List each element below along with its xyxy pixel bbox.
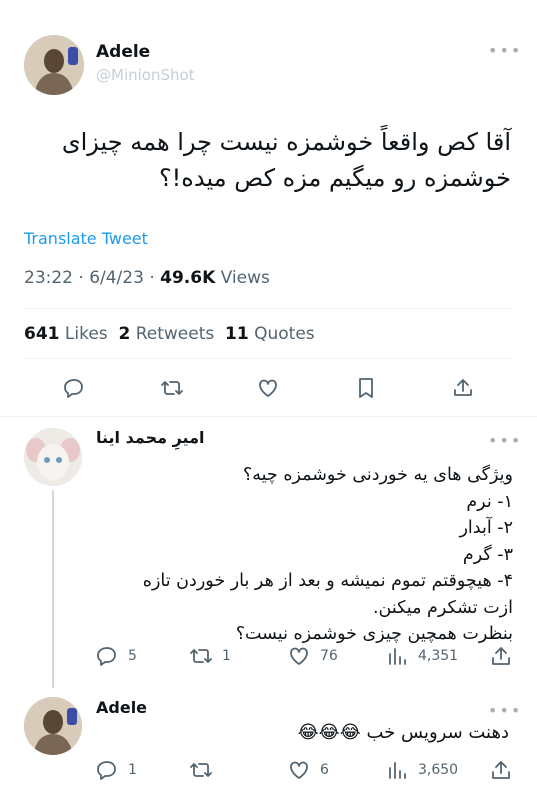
avatar-image [24,428,82,486]
bookmark-icon[interactable] [354,376,378,404]
reply-text-line: ویژگی های یه خوردنی خوشمزه چیه؟ [242,465,513,485]
divider [24,358,513,359]
retweet-button[interactable] [190,759,222,781]
reply-icon [97,647,116,666]
more-options-icon[interactable]: ••• [488,433,522,449]
reply-button[interactable]: 5 [96,645,137,667]
more-options-icon[interactable]: ••• [488,43,522,59]
avatar[interactable] [24,697,82,755]
quotes-stat[interactable]: 11 Quotes [225,324,315,344]
avatar-image [24,697,82,755]
reply-text-line: ۳- گرم [462,544,513,565]
views-button[interactable]: 3,650 [386,759,458,781]
share-icon[interactable] [451,376,475,404]
reply-text: 😂😂😂 دهنت سرویس خب [298,722,509,743]
views-count: 4,351 [418,648,459,664]
reply-text: ویژگی های یه خوردنی خوشمزه چیه؟ ۱- نرم ۲… [93,462,513,648]
reply-text-line: بنظرت همچین چیزی خوشمزه نیست؟ [235,624,513,644]
share-icon[interactable] [490,645,512,671]
retweet-button[interactable]: 1 [190,645,231,667]
views-count: 3,650 [418,762,459,778]
reply-icon [97,761,116,780]
more-options-icon[interactable]: ••• [488,703,522,719]
tweet-meta: 23:22 · 6/4/23 · 49.6K Views [24,268,270,288]
divider [24,308,513,309]
retweets-stat[interactable]: 2 Retweets [118,324,214,344]
views-count: 49.6K [160,268,216,288]
reply-button[interactable]: 1 [96,759,137,781]
reply-display-name[interactable]: Adele [96,698,147,717]
views-button[interactable]: 4,351 [386,645,458,667]
reply-count: 5 [128,648,137,664]
retweet-icon [190,649,212,663]
like-button[interactable]: 6 [288,759,329,781]
heart-icon [290,647,308,665]
display-name[interactable]: Adele [96,42,150,62]
avatar[interactable] [24,35,84,95]
reply-count: 1 [128,762,137,778]
likes-stat[interactable]: 641 Likes [24,324,108,344]
reply-text-line: ۱- نرم [466,491,513,512]
avatar[interactable] [24,428,82,486]
reply-icon[interactable] [62,376,86,404]
avatar-image [24,35,84,95]
translate-link[interactable]: Translate Tweet [24,229,148,248]
thread-line [52,490,54,688]
tweet-text-line-2: خوشمزه رو میگیم مزه کص میده!؟ [158,164,511,192]
timestamp[interactable]: 23:22 · 6/4/23 · [24,268,160,288]
reply-text-line: دهنت سرویس خب [366,722,509,743]
tweet-text-line-1: آقا کص واقعاً خوشمزه نیست چرا همه چیزای [61,128,511,156]
retweet-icon [190,763,212,777]
like-count: 76 [320,648,338,664]
reply-text-line: ۴- هیچوقتم تموم نمیشه و بعد از هر بار خو… [142,571,513,591]
reply-text-line: ۲- آبدار [459,518,513,538]
views-icon [389,762,406,779]
retweet-count: 1 [222,648,231,664]
retweet-icon[interactable] [160,376,184,404]
reply-text-line: ازت تشکرم میکنن. [372,597,513,618]
like-count: 6 [320,762,329,778]
share-icon[interactable] [490,759,512,785]
reply-display-name[interactable]: امیرِ محمد اینا [96,428,204,447]
engagement-stats: 641 Likes 2 Retweets 11 Quotes [24,324,315,344]
views-label: Views [215,268,270,288]
reply-emoji: 😂😂😂 [297,722,361,743]
divider [0,416,537,417]
like-button[interactable]: 76 [288,645,338,667]
views-icon [389,648,406,665]
heart-icon[interactable] [256,376,280,404]
heart-icon [290,761,308,779]
handle[interactable]: @MinionShot [96,66,195,84]
